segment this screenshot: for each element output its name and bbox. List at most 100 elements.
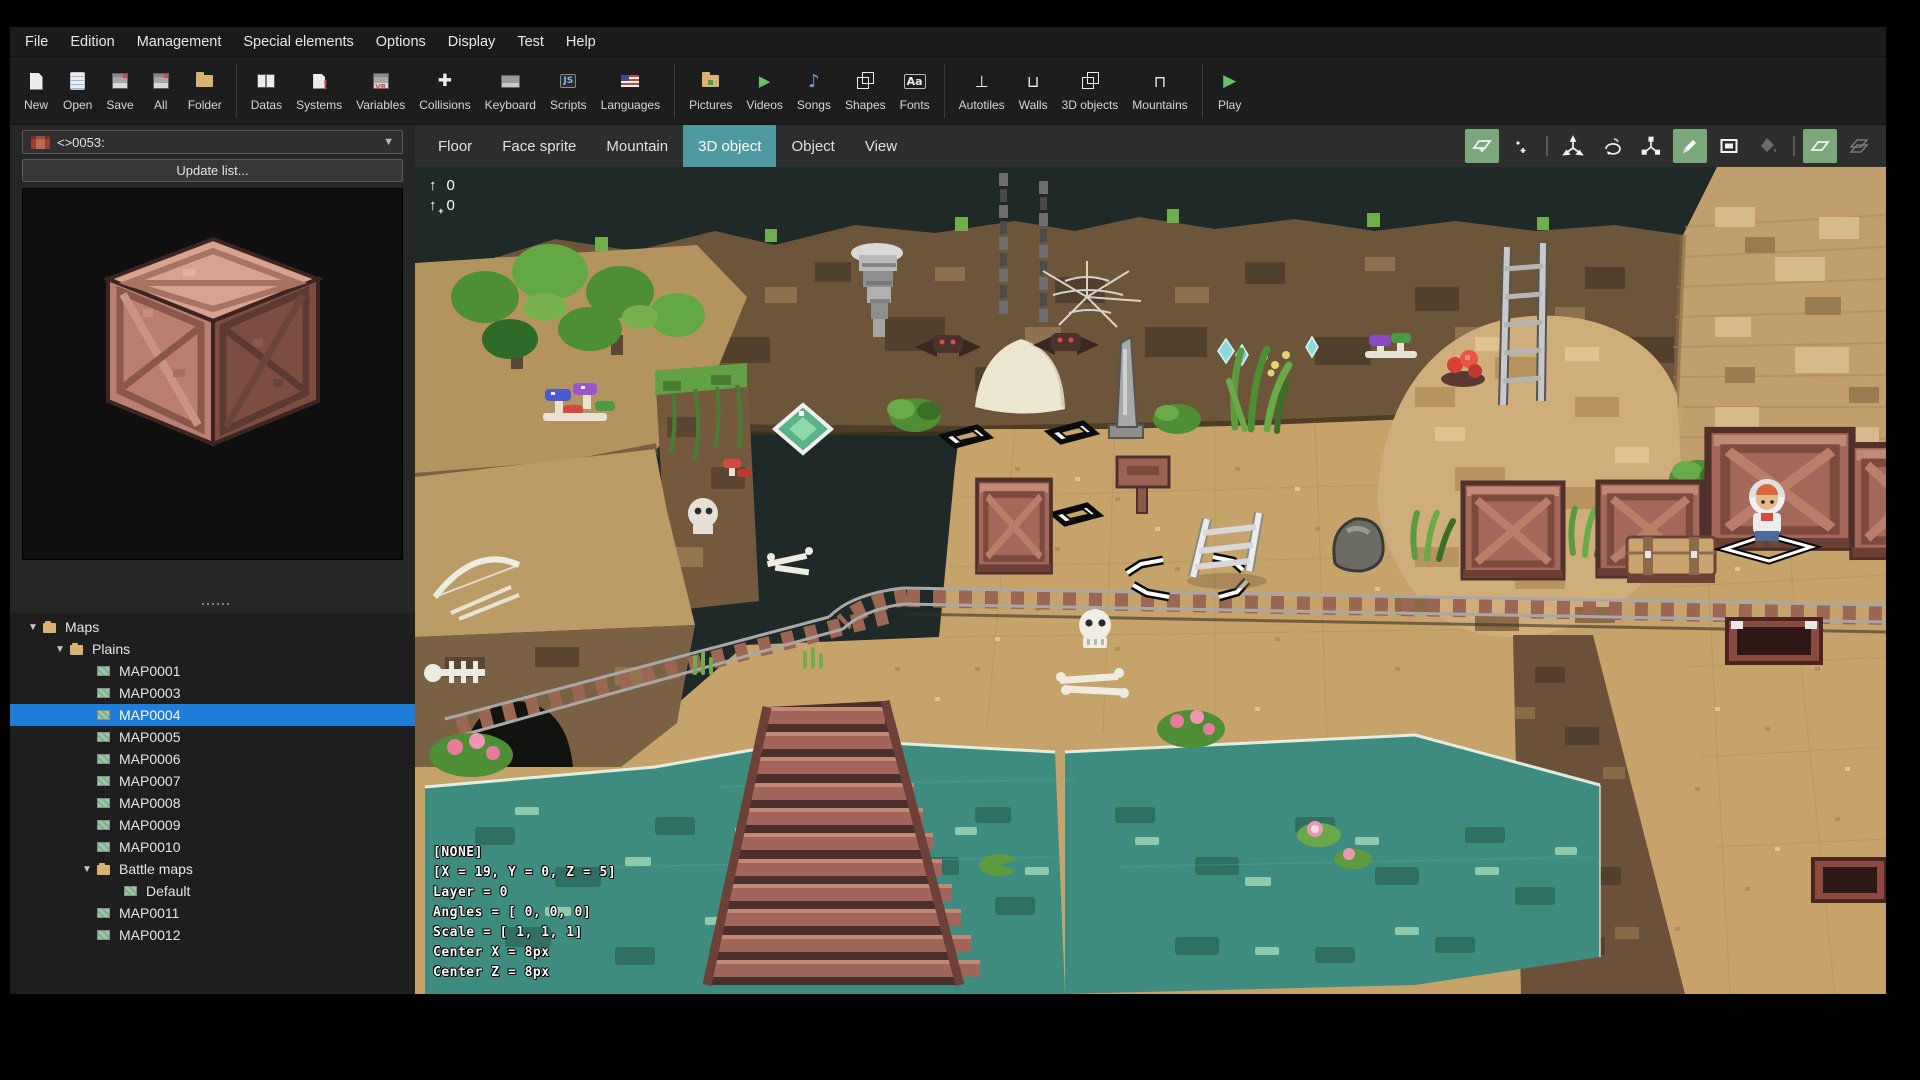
update-list-button[interactable]: Update list... [22, 159, 403, 182]
collisions-cross-icon [432, 69, 458, 93]
mountains-icon [1147, 69, 1173, 93]
toolbar-videos[interactable]: Videos [739, 65, 789, 116]
scale-axes-tool[interactable] [1634, 129, 1668, 163]
layers-stack-tool[interactable] [1842, 129, 1876, 163]
tree-item-map0008[interactable]: MAP0008 [10, 792, 415, 814]
crate [1852, 445, 1886, 557]
menu-display[interactable]: Display [437, 27, 507, 56]
tree-item-map0003[interactable]: MAP0003 [10, 682, 415, 704]
height-plus-value: 0 [446, 196, 455, 214]
tree-item-battle-maps[interactable]: ▼ Battle maps [10, 858, 415, 880]
toolbar-save[interactable]: Save [99, 65, 140, 116]
translate-plane-tool[interactable] [1465, 129, 1499, 163]
toolbar-new[interactable]: New [16, 65, 56, 116]
toolbar-3d-objects[interactable]: 3D objects [1055, 65, 1126, 116]
toolbar-pictures[interactable]: Pictures [682, 65, 739, 116]
tree-item-map0007[interactable]: MAP0007 [10, 770, 415, 792]
panel-splitter-handle[interactable] [10, 598, 415, 610]
chevron-down-icon: ▼ [383, 136, 394, 148]
map-viewport[interactable]: ↑ 0 ↑ + 0 [NONE] [X = 19, Y = 0, Z = 5] L… [415, 167, 1886, 994]
map-icon [96, 664, 116, 678]
toolbar-play[interactable]: Play [1210, 65, 1250, 116]
tab-face-sprite[interactable]: Face sprite [487, 125, 591, 167]
expand-arrow-icon[interactable]: ▼ [51, 644, 69, 655]
menu-file[interactable]: File [14, 27, 59, 56]
cursor-info-overlay: [NONE] [X = 19, Y = 0, Z = 5] Layer = 0 … [433, 843, 616, 983]
tree-item-map0012[interactable]: MAP0012 [10, 924, 415, 946]
toolbar-variables[interactable]: Variables [349, 65, 412, 116]
height-value: 0 [446, 176, 455, 194]
toolbar-shapes[interactable]: Shapes [838, 65, 893, 116]
map-tools [1465, 125, 1886, 167]
move-axes-tool[interactable] [1556, 129, 1590, 163]
cursor-info-line: Angles = [ 0, 0, 0] [433, 905, 592, 920]
toolbar-folder[interactable]: Folder [181, 65, 229, 116]
boulder [1332, 517, 1385, 573]
toolbar-separator [943, 63, 945, 118]
toolbar-all[interactable]: All [141, 65, 181, 116]
autotiles-icon [969, 69, 995, 93]
object-selector-dropdown[interactable]: <>0053: ▼ [22, 130, 403, 154]
map-icon [96, 796, 116, 810]
menu-options[interactable]: Options [365, 27, 437, 56]
toolbar-systems[interactable]: Systems [289, 65, 349, 116]
save-all-floppy-icon [148, 69, 174, 93]
toolbar-datas[interactable]: Datas [244, 65, 289, 116]
tab-object[interactable]: Object [776, 125, 849, 167]
toolbar-walls[interactable]: Walls [1012, 65, 1055, 116]
toolbar-keyboard[interactable]: Keyboard [478, 65, 543, 116]
expand-arrow-icon[interactable]: ▼ [24, 622, 42, 633]
treasure-chest [1625, 535, 1717, 583]
toolbar-separator [1201, 63, 1203, 118]
walls-icon [1020, 69, 1046, 93]
menu-test[interactable]: Test [506, 27, 555, 56]
datas-book-icon [253, 69, 279, 93]
cursor-info-line: [NONE] [433, 845, 483, 860]
toolbar-languages[interactable]: Languages [594, 65, 667, 116]
toolbar-autotiles[interactable]: Autotiles [952, 65, 1012, 116]
pencil-tool[interactable] [1673, 129, 1707, 163]
crate [977, 480, 1051, 572]
map-icon [96, 840, 116, 854]
tab-floor[interactable]: Floor [423, 125, 487, 167]
tree-item-map0001[interactable]: MAP0001 [10, 660, 415, 682]
left-panel: <>0053: ▼ Update list... ▼ Maps ▼ Plains… [10, 125, 415, 994]
layer-plane-tool[interactable] [1803, 129, 1837, 163]
menu-management[interactable]: Management [126, 27, 233, 56]
tree-item-default[interactable]: Default [10, 880, 415, 902]
expand-arrow-icon[interactable]: ▼ [78, 864, 96, 875]
toolbar-collisions[interactable]: Collisions [412, 65, 477, 116]
folder-icon [96, 862, 116, 876]
folder-icon [192, 69, 218, 93]
menu-help[interactable]: Help [555, 27, 607, 56]
paint-bucket-tool[interactable] [1751, 129, 1785, 163]
tree-item-plains[interactable]: ▼ Plains [10, 638, 415, 660]
tree-item-map0004[interactable]: MAP0004 [10, 704, 415, 726]
toolbar-songs[interactable]: Songs [790, 65, 838, 116]
rectangle-tool[interactable] [1712, 129, 1746, 163]
toolbar-mountains[interactable]: Mountains [1125, 65, 1194, 116]
tab-view[interactable]: View [850, 125, 912, 167]
height-plus-row: ↑ + 0 [429, 195, 455, 216]
menu-edition[interactable]: Edition [59, 27, 125, 56]
toolbar-scripts[interactable]: Scripts [543, 65, 594, 116]
toolbar-fonts[interactable]: Fonts [893, 65, 937, 116]
main-toolbar: New Open Save All Folder Datas ! Systems… [10, 57, 1886, 125]
menu-special-elements[interactable]: Special elements [232, 27, 364, 56]
tree-item-map0010[interactable]: MAP0010 [10, 836, 415, 858]
tree-item-map0011[interactable]: MAP0011 [10, 902, 415, 924]
pink-flower-bush [1157, 710, 1225, 748]
toolbar-open[interactable]: Open [56, 65, 99, 116]
objects-3d-icon [1077, 69, 1103, 93]
tab-mountain[interactable]: Mountain [591, 125, 683, 167]
map-icon [96, 818, 116, 832]
ladder-tall [1498, 242, 1548, 406]
pin-point-tool[interactable] [1504, 129, 1538, 163]
rotate-axes-tool[interactable] [1595, 129, 1629, 163]
tree-item-map0009[interactable]: MAP0009 [10, 814, 415, 836]
tab-3d-object[interactable]: 3D object [683, 125, 777, 167]
open-clipboard-icon [65, 69, 91, 93]
tree-item-map0005[interactable]: MAP0005 [10, 726, 415, 748]
tree-item-maps[interactable]: ▼ Maps [10, 616, 415, 638]
tree-item-map0006[interactable]: MAP0006 [10, 748, 415, 770]
